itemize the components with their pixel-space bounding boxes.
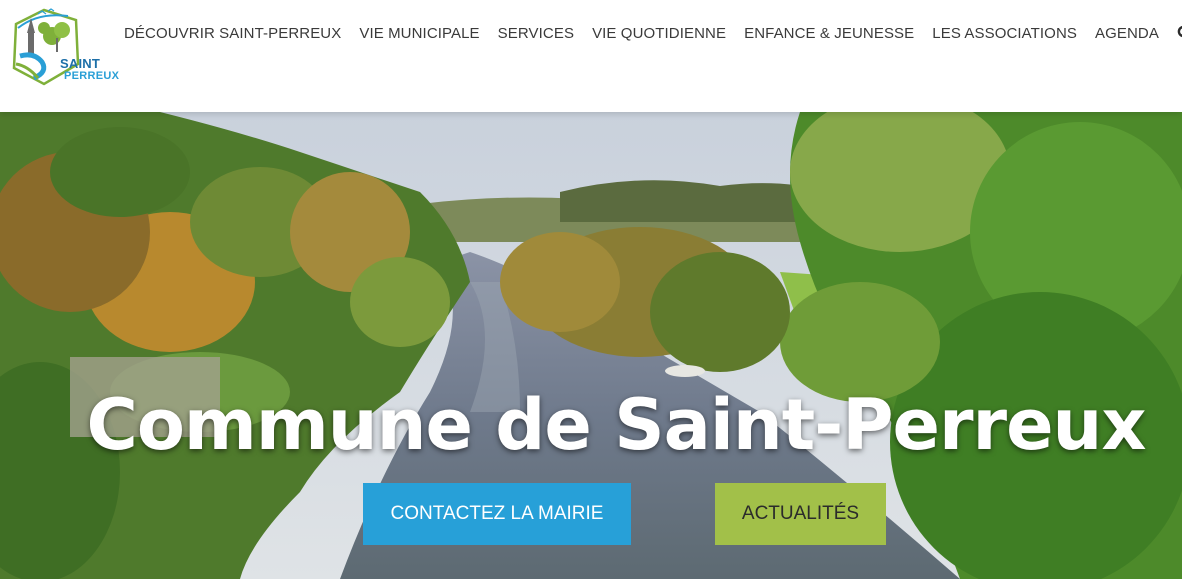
main-nav: DÉCOUVRIR SAINT-PERREUX VIE MUNICIPALE S… — [115, 21, 1182, 45]
search-icon — [1177, 25, 1182, 38]
hero-title: Commune de Saint-Perreux — [86, 384, 1146, 466]
search-button[interactable] — [1168, 21, 1182, 45]
nav-item-vie-quotidienne[interactable]: VIE QUOTIDIENNE — [583, 25, 735, 42]
site-header: SAINT PERREUX DÉCOUVRIR SAINT-PERREUX VI… — [0, 0, 1182, 112]
hero-banner: Commune de Saint-Perreux CONTACTEZ LA MA… — [0, 112, 1182, 579]
nav-item-vie-municipale[interactable]: VIE MUNICIPALE — [350, 25, 488, 42]
actualites-button[interactable]: ACTUALITÉS — [715, 483, 886, 545]
nav-item-associations[interactable]: LES ASSOCIATIONS — [923, 25, 1086, 42]
logo-text-perreux: PERREUX — [64, 70, 120, 82]
nav-item-services[interactable]: SERVICES — [489, 25, 583, 42]
nav-item-agenda[interactable]: AGENDA — [1086, 25, 1168, 42]
nav-item-enfance-jeunesse[interactable]: ENFANCE & JEUNESSE — [735, 25, 923, 42]
contact-mairie-button[interactable]: CONTACTEZ LA MAIRIE — [363, 483, 631, 545]
nav-item-decouvrir[interactable]: DÉCOUVRIR SAINT-PERREUX — [115, 25, 350, 42]
logo-text-saint: SAINT — [60, 56, 100, 71]
site-logo[interactable]: SAINT PERREUX — [8, 6, 120, 90]
